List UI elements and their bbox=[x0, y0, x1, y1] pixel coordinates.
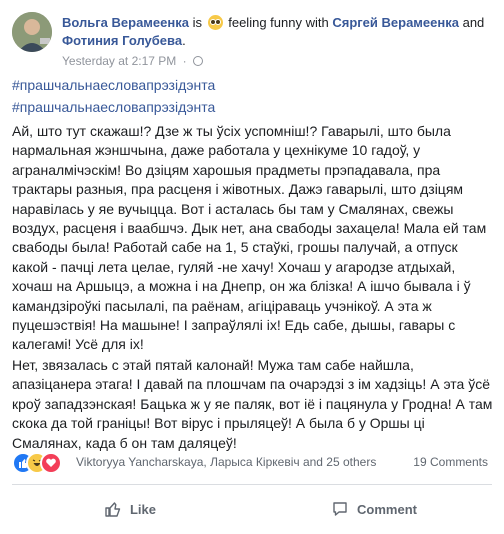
feeling-text: feeling funny bbox=[228, 15, 302, 30]
post-meta: Yesterday at 2:17 PM · bbox=[62, 54, 203, 68]
post-paragraph: Ай, што тут скажаш!? Дзе ж ты ўсіх успом… bbox=[12, 123, 487, 353]
actions-divider bbox=[12, 484, 492, 485]
reaction-names-link[interactable]: Viktoryya Yancharskaya, Ларыса Кіркевіч … bbox=[76, 455, 376, 469]
post-actions: Like Comment bbox=[12, 492, 492, 526]
like-button[interactable]: Like bbox=[12, 492, 248, 526]
post-timestamp[interactable]: Yesterday at 2:17 PM bbox=[62, 54, 176, 68]
author-name[interactable]: Вольга Верамеенка bbox=[62, 15, 189, 30]
avatar[interactable] bbox=[12, 12, 52, 52]
reactions-bar: Viktoryya Yancharskaya, Ларыса Кіркевіч … bbox=[12, 450, 492, 474]
tagged-user-2[interactable]: Фотиния Голубева bbox=[62, 33, 182, 48]
comment-button[interactable]: Comment bbox=[256, 492, 492, 526]
post-body: #прашчальнаесловапрэзідэнта #прашчальнае… bbox=[12, 74, 494, 453]
thumbs-up-icon bbox=[105, 502, 121, 517]
feeling-funny-emoji-icon bbox=[207, 15, 223, 30]
meta-separator: · bbox=[182, 54, 187, 68]
like-label: Like bbox=[129, 501, 156, 517]
avatar-photo-icon bbox=[12, 12, 52, 52]
and-text: and bbox=[462, 15, 485, 30]
post-header-text: Вольга Верамеенка is feeling funny with … bbox=[62, 14, 492, 50]
comment-bubble-icon bbox=[333, 502, 347, 516]
comment-label: Comment bbox=[357, 501, 417, 517]
post-header: Вольга Верамеенка is feeling funny with … bbox=[12, 12, 492, 68]
love-icon[interactable] bbox=[40, 452, 62, 474]
hashtag-link[interactable]: #прашчальнаесловапрэзідэнта bbox=[12, 96, 494, 118]
hashtag-link[interactable]: #прашчальнаесловапрэзідэнта bbox=[12, 74, 494, 96]
with-text: with bbox=[305, 15, 329, 30]
facebook-post: Вольга Верамеенка is feeling funny with … bbox=[0, 0, 504, 534]
is-text: is bbox=[192, 15, 202, 30]
period-text: . bbox=[182, 33, 186, 48]
globe-icon[interactable] bbox=[192, 56, 203, 66]
comments-count-link[interactable]: 19 Comments bbox=[413, 455, 488, 469]
post-paragraph: Нет, звязалась с этай пятай калонай! Муж… bbox=[12, 356, 493, 451]
tagged-user-1[interactable]: Сяргей Верамеенка bbox=[332, 15, 459, 30]
